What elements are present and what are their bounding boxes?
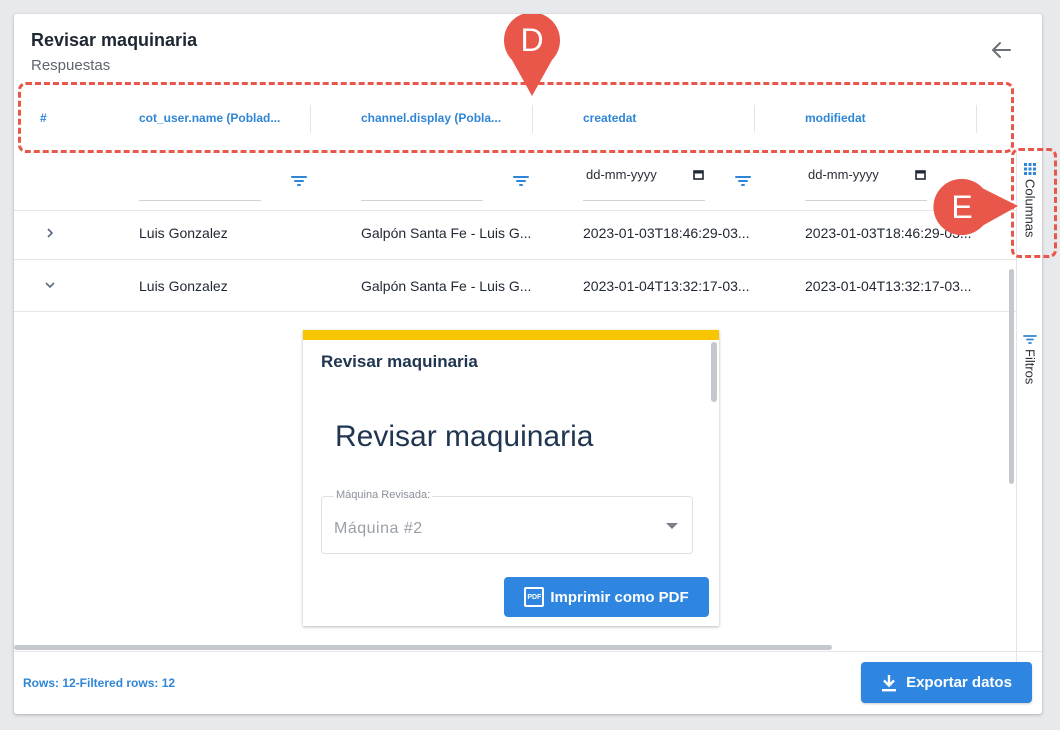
row-expand-button[interactable]	[42, 225, 58, 241]
tab-filters[interactable]: Filtros	[1017, 334, 1042, 384]
footer-divider	[14, 651, 1042, 652]
form-header-title: Revisar maquinaria	[321, 352, 478, 371]
cell-channel: Galpón Santa Fe - Luis G...	[361, 225, 532, 241]
form-accent-bar	[303, 330, 719, 340]
cell-channel: Galpón Santa Fe - Luis G...	[361, 278, 532, 294]
cell-modifiedat: 2023-01-04T13:32:17-03...	[805, 278, 972, 294]
filter-icon[interactable]	[512, 174, 530, 188]
filter-icon	[1023, 335, 1037, 344]
filter-icon[interactable]	[290, 174, 308, 188]
rows-count: Rows: 12-Filtered rows: 12	[23, 676, 176, 690]
cell-createdat: 2023-01-04T13:32:17-03...	[583, 278, 750, 294]
calendar-icon[interactable]	[693, 170, 704, 180]
row-divider	[14, 210, 1016, 211]
vertical-scrollbar[interactable]	[1009, 269, 1014, 484]
modifiedat-filter-underline	[805, 200, 927, 201]
print-pdf-label: Imprimir como PDF	[550, 588, 689, 606]
createdat-filter-underline	[583, 200, 705, 201]
response-form-preview: Revisar maquinaria Revisar maquinaria Má…	[303, 330, 719, 626]
form-scrollbar[interactable]	[711, 342, 717, 402]
marker-d-callout: D	[502, 14, 562, 98]
marker-e-label: E	[951, 189, 973, 225]
machine-select-value: Máquina #2	[334, 520, 423, 537]
page-subtitle: Respuestas	[31, 57, 111, 74]
back-button[interactable]	[986, 36, 1016, 64]
row-divider	[14, 259, 1016, 260]
print-pdf-button[interactable]: PDF Imprimir como PDF	[504, 577, 709, 617]
tab-filters-label: Filtros	[1022, 349, 1038, 385]
createdat-date-input[interactable]: dd-mm-yyyy	[586, 167, 657, 182]
filter-icon[interactable]	[734, 174, 752, 188]
user-filter-input[interactable]	[139, 200, 261, 201]
channel-filter-input[interactable]	[361, 200, 483, 201]
calendar-icon[interactable]	[915, 170, 926, 180]
cell-user: Luis Gonzalez	[139, 278, 228, 294]
machine-select[interactable]: Máquina Revisada: Máquina #2	[321, 489, 693, 554]
page-title: Revisar maquinaria	[31, 30, 198, 50]
cell-user: Luis Gonzalez	[139, 225, 228, 241]
dropdown-caret-icon	[666, 523, 678, 529]
machine-select-label: Máquina Revisada:	[334, 489, 433, 501]
horizontal-scrollbar[interactable]	[14, 645, 832, 650]
form-big-title: Revisar maquinaria	[335, 420, 594, 453]
marker-e-callout: E	[930, 176, 1020, 240]
row-divider	[14, 311, 1016, 312]
row-collapse-button[interactable]	[42, 277, 58, 293]
download-icon	[882, 674, 897, 691]
pdf-icon: PDF	[524, 587, 545, 607]
cell-createdat: 2023-01-03T18:46:29-03...	[583, 225, 750, 241]
chevron-down-icon	[45, 282, 55, 289]
export-data-button[interactable]: Exportar datos	[861, 662, 1032, 703]
marker-d-label: D	[520, 22, 544, 58]
modifiedat-date-input[interactable]: dd-mm-yyyy	[808, 167, 879, 182]
arrow-left-icon	[992, 42, 1011, 58]
chevron-right-icon	[47, 228, 54, 238]
export-data-label: Exportar datos	[906, 674, 1012, 691]
